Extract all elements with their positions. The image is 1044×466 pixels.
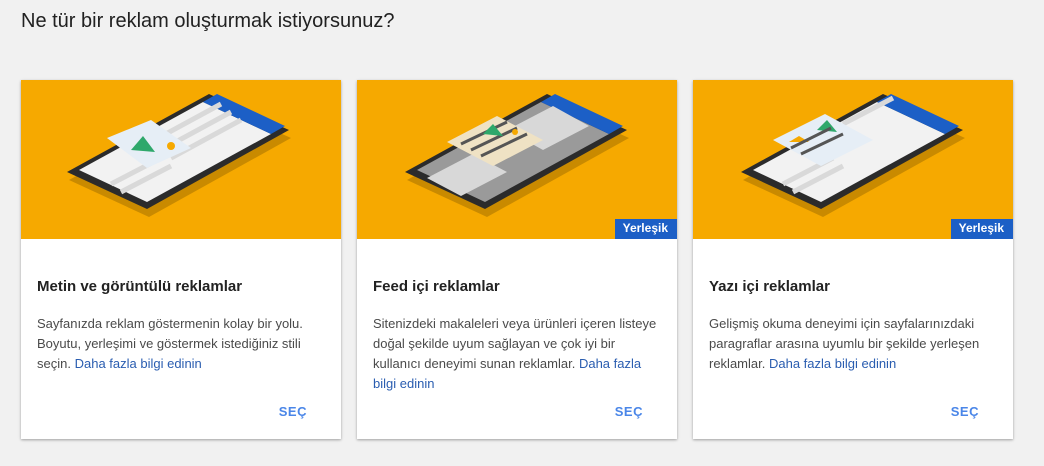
built-in-badge: Yerleşik xyxy=(614,219,677,239)
built-in-badge: Yerleşik xyxy=(950,219,1013,239)
card-in-feed-ads[interactable]: Yerleşik Feed içi reklamlar Sitenizdeki … xyxy=(357,80,677,439)
card-title: Feed içi reklamlar xyxy=(373,278,500,295)
phone-feed-ad-icon xyxy=(405,94,629,217)
card-description: Sayfanızda reklam göstermenin kolay bir … xyxy=(37,314,329,374)
page-title: Ne tür bir reklam oluşturmak istiyorsunu… xyxy=(21,10,395,32)
card-title: Metin ve görüntülü reklamlar xyxy=(37,278,243,295)
card-in-article-ads[interactable]: Yerleşik Yazı içi reklamlar Gelişmiş oku… xyxy=(693,80,1013,439)
card-hero xyxy=(21,80,341,239)
card-hero: Yerleşik xyxy=(693,80,1013,239)
card-hero: Yerleşik xyxy=(357,80,677,239)
learn-more-link[interactable]: Daha fazla bilgi edinin xyxy=(75,356,202,371)
phone-display-ad-icon xyxy=(67,94,291,217)
card-title: Yazı içi reklamlar xyxy=(709,278,830,295)
select-button[interactable]: SEÇ xyxy=(951,404,979,419)
select-button[interactable]: SEÇ xyxy=(279,404,307,419)
phone-in-article-ad-icon xyxy=(741,94,965,217)
select-button[interactable]: SEÇ xyxy=(615,404,643,419)
learn-more-link[interactable]: Daha fazla bilgi edinin xyxy=(769,356,896,371)
card-display-ads[interactable]: Metin ve görüntülü reklamlar Sayfanızda … xyxy=(21,80,341,439)
card-description: Gelişmiş okuma deneyimi için sayfalarını… xyxy=(709,314,1001,374)
card-description: Sitenizdeki makaleleri veya ürünleri içe… xyxy=(373,314,665,394)
